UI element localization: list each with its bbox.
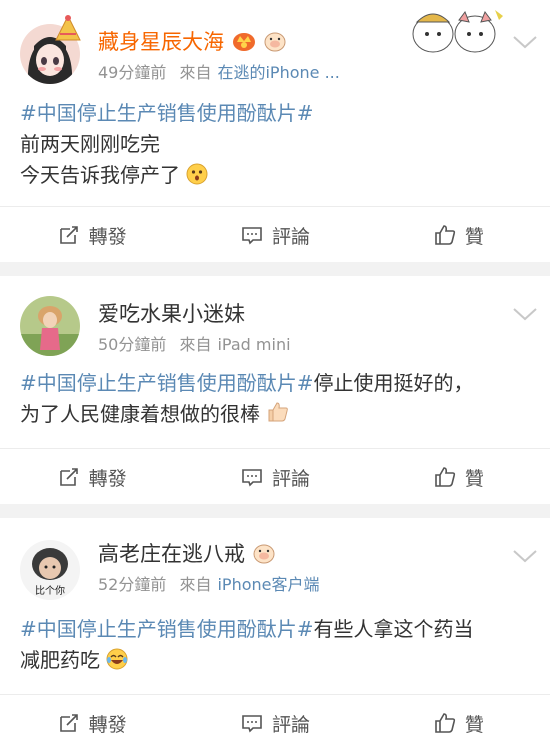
comment-button[interactable]: 評論 [183,449,366,505]
from-label: 來自 [179,575,212,594]
chevron-down-icon[interactable] [512,34,538,50]
post-meta: 52分鐘前 來自 iPhone客户端 [98,574,320,596]
username-text[interactable]: 爱吃水果小迷妹 [98,302,245,326]
repost-icon [59,226,78,244]
hashtag-link[interactable]: #中国停止生产销售使用酚酞片# [20,371,314,395]
comment-icon [242,469,262,487]
like-label: 贊 [464,713,484,736]
comment-label: 評論 [271,713,310,736]
from-label: 來自 [179,335,212,354]
post-card: 藏身星辰大海 49分鐘前 來自 在逃的iPhone ... #中国停止生产销售使用… [0,0,550,262]
username-text[interactable]: 藏身星辰大海 [98,30,224,54]
chevron-down-icon[interactable] [512,306,538,322]
thumbs-up-icon [435,225,455,245]
comment-button[interactable]: 評論 [183,207,366,263]
thumbs-up-emoji-icon [268,402,289,422]
post-line: 今天告诉我停产了 [20,163,180,187]
post-card: 比个你 高老庄在逃八戒 52分鐘前 來自 iPhone客户端 #中国停止生产销售使… [0,518,550,752]
avatar[interactable]: 比个你 [20,540,80,600]
repost-icon [59,714,78,732]
post-text: #中国停止生产销售使用酚酞片#有些人拿这个药当 减肥药吃 [20,614,532,676]
repost-button[interactable]: 轉發 [0,449,183,505]
comment-label: 評論 [271,225,310,248]
action-bar: 轉發 評論 贊 [0,448,550,505]
repost-label: 轉發 [88,467,127,490]
chevron-down-icon[interactable] [512,548,538,564]
action-bar: 轉發 評論 贊 [0,206,550,263]
hashtag-link[interactable]: #中国停止生产销售使用酚酞片# [20,617,314,641]
post-time: 50分鐘前 [98,335,167,354]
post-line: 停止使用挺好的， [313,371,474,395]
like-button[interactable]: 贊 [367,695,550,751]
like-label: 贊 [464,467,484,490]
action-bar: 轉發 評論 贊 [0,694,550,751]
card-divider [0,262,550,276]
repost-icon [59,468,78,486]
like-label: 贊 [464,225,484,248]
cartoon-sticker-icon [412,10,503,53]
thumbs-up-icon [435,467,455,487]
post-card: 爱吃水果小迷妹 50分鐘前 來自 iPad mini #中国停止生产销售使用酚酞片… [0,276,550,504]
username[interactable]: 爱吃水果小迷妹 [98,300,245,328]
username-text[interactable]: 高老庄在逃八戒 [98,542,245,566]
repost-label: 轉發 [88,225,127,248]
comment-button[interactable]: 評論 [183,695,366,751]
party-hat-icon [55,14,81,41]
repost-button[interactable]: 轉發 [0,695,183,751]
repost-button[interactable]: 轉發 [0,207,183,263]
comment-label: 評論 [271,467,310,490]
comment-icon [242,227,262,245]
post-line: 有些人拿这个药当 [313,617,474,641]
post-source[interactable]: iPhone客户端 [217,575,319,594]
post-line: 为了人民健康着想做的很棒 [20,402,260,426]
comment-icon [242,715,262,733]
post-text: #中国停止生产销售使用酚酞片# 前两天刚刚吃完 今天告诉我停产了 [20,98,532,191]
post-time: 52分鐘前 [98,575,167,594]
thumbs-up-icon [435,713,455,733]
vip-crown-icon [232,33,255,51]
post-source: iPad mini [217,335,291,354]
post-time: 49分鐘前 [98,63,167,82]
hashtag-link[interactable]: #中国停止生产销售使用酚酞片# [20,101,314,125]
repost-label: 轉發 [88,713,127,736]
username[interactable]: 藏身星辰大海 [98,28,287,56]
surprised-emoji-icon [186,163,208,185]
post-meta: 49分鐘前 來自 在逃的iPhone ... [98,62,340,84]
pig-face-icon [264,32,286,52]
laugh-cry-emoji-icon [106,648,128,670]
from-label: 來自 [179,63,212,82]
avatar[interactable] [20,296,80,356]
avatar-caption: 比个你 [35,586,65,597]
pig-face-icon [253,544,275,564]
post-text: #中国停止生产销售使用酚酞片#停止使用挺好的， 为了人民健康着想做的很棒 [20,368,532,430]
post-line: 减肥药吃 [20,648,100,672]
card-divider [0,504,550,518]
post-source[interactable]: 在逃的iPhone ... [217,63,339,82]
post-meta: 50分鐘前 來自 iPad mini [98,334,291,356]
post-line: 前两天刚刚吃完 [20,132,160,156]
like-button[interactable]: 贊 [367,449,550,505]
username[interactable]: 高老庄在逃八戒 [98,540,276,568]
like-button[interactable]: 贊 [367,207,550,263]
